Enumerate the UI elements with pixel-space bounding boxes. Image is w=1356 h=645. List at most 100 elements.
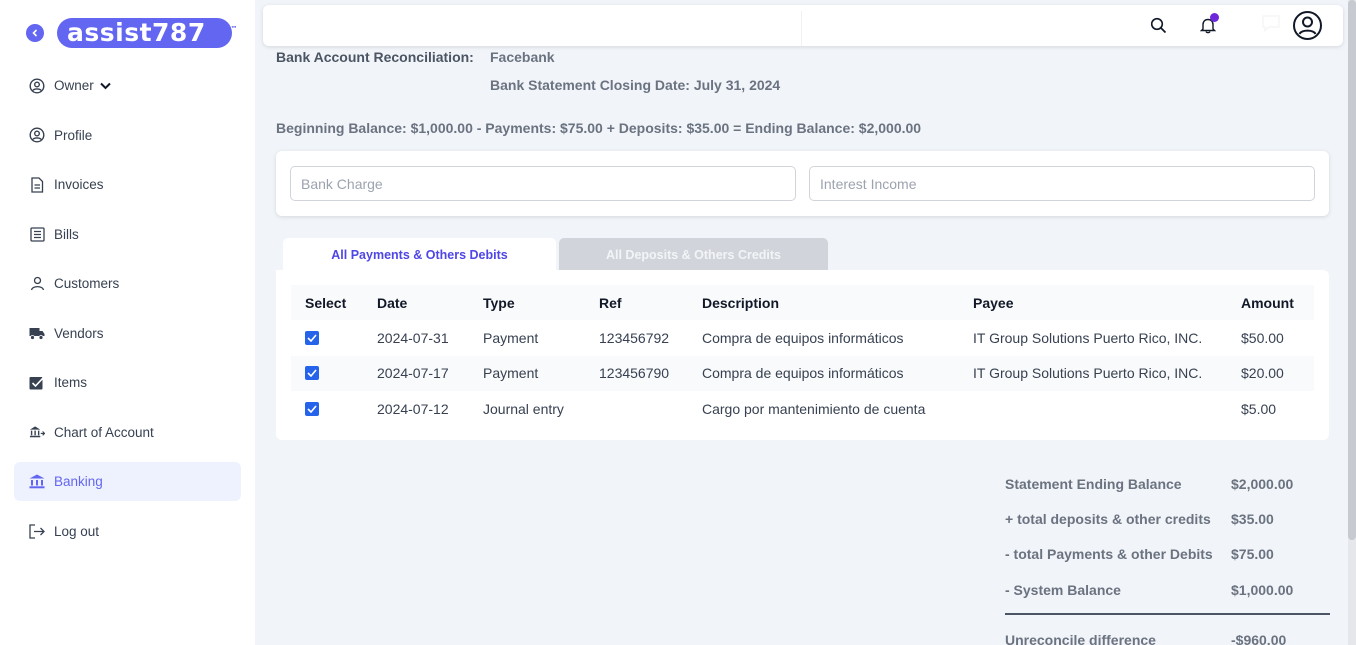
scrollbar-thumb[interactable] bbox=[1348, 0, 1356, 540]
summary-label: Statement Ending Balance bbox=[1005, 476, 1182, 492]
cell-payee: IT Group Solutions Puerto Rico, INC. bbox=[973, 365, 1203, 382]
row-select-checkbox[interactable] bbox=[305, 401, 319, 416]
sidebar-item-owner[interactable]: Owner bbox=[14, 66, 241, 105]
sidebar-item-vendors[interactable]: Vendors bbox=[14, 314, 241, 353]
summary-label: Unreconcile difference bbox=[1005, 632, 1156, 645]
cell-amount: $5.00 bbox=[1241, 400, 1277, 417]
summary-label: + total deposits & other credits bbox=[1005, 511, 1211, 527]
cell-ref bbox=[585, 391, 688, 427]
sidebar-item-label: Vendors bbox=[54, 325, 104, 341]
summary-divider bbox=[1005, 613, 1330, 615]
sidebar-item-label: Log out bbox=[54, 523, 100, 539]
topbar-divider bbox=[801, 11, 802, 46]
balance-formula: Beginning Balance: $1,000.00 - Payments:… bbox=[276, 120, 922, 136]
reconciliation-label: Bank Account Reconciliation: bbox=[276, 49, 474, 65]
cell-payee bbox=[959, 391, 1227, 427]
top-bar bbox=[263, 5, 1343, 46]
summary-value: -$960.00 bbox=[1231, 632, 1287, 645]
table-row: 2024-07-31 Payment 123456792 Compra de e… bbox=[291, 320, 1314, 356]
cell-description: Compra de equipos informáticos bbox=[702, 329, 904, 346]
column-header[interactable]: Type bbox=[469, 285, 585, 320]
cell-description: Compra de equipos informáticos bbox=[702, 365, 904, 382]
sidebar-item-profile[interactable]: Profile bbox=[14, 116, 241, 155]
cell-type: Payment bbox=[483, 365, 539, 382]
scrollbar[interactable] bbox=[1348, 0, 1356, 645]
cell-amount: $20.00 bbox=[1241, 365, 1284, 382]
list-icon bbox=[29, 226, 45, 242]
column-header[interactable]: Payee bbox=[959, 285, 1227, 320]
transactions-table: Select Date Type Ref Description Payee A… bbox=[291, 285, 1314, 427]
sidebar-item-label: Owner bbox=[54, 78, 94, 93]
chat-bubble-icon[interactable] bbox=[1260, 14, 1282, 32]
column-header[interactable]: Ref bbox=[585, 285, 688, 320]
sidebar-item-label: Bills bbox=[54, 226, 79, 242]
transactions-card: Select Date Type Ref Description Payee A… bbox=[276, 270, 1329, 440]
adjustments-card bbox=[276, 151, 1329, 216]
cell-payee: IT Group Solutions Puerto Rico, INC. bbox=[973, 329, 1203, 346]
user-circle-icon bbox=[29, 77, 45, 94]
tab-deposits-credits[interactable]: All Deposits & Others Credits bbox=[559, 238, 828, 271]
row-select-checkbox[interactable] bbox=[305, 330, 319, 345]
column-header[interactable]: Date bbox=[363, 285, 469, 320]
summary-label: - total Payments & other Debits bbox=[1005, 546, 1213, 562]
sidebar-item-label: Customers bbox=[54, 276, 120, 291]
sidebar-item-banking[interactable]: Banking bbox=[14, 462, 241, 501]
cell-type: Payment bbox=[483, 329, 539, 346]
cell-date: 2024-07-31 bbox=[377, 329, 449, 346]
summary-row-system-balance: - System Balance $1,000.00 bbox=[1005, 582, 1330, 598]
summary-row-unreconciled: Unreconcile difference -$960.00 bbox=[1005, 632, 1330, 645]
user-circle-icon bbox=[29, 127, 45, 143]
chevron-down-icon[interactable] bbox=[100, 82, 111, 90]
sidebar-nav: Owner Profile Invoices Bills Customers V… bbox=[14, 66, 241, 561]
brand-name: assist787 bbox=[67, 18, 206, 47]
cell-type: Journal entry bbox=[483, 400, 564, 417]
cell-ref: 123456792 bbox=[599, 329, 670, 346]
cell-ref: 123456790 bbox=[599, 365, 670, 382]
search-icon[interactable] bbox=[1150, 17, 1167, 34]
trademark-mark: ™ bbox=[230, 25, 238, 33]
bank-name: Facebank bbox=[490, 49, 555, 65]
cell-description: Cargo por mantenimiento de cuenta bbox=[702, 400, 926, 417]
sidebar-item-label: Banking bbox=[54, 474, 103, 489]
summary-row-deposits: + total deposits & other credits $35.00 bbox=[1005, 511, 1330, 527]
truck-icon bbox=[29, 325, 45, 341]
bank-charge-input[interactable] bbox=[290, 166, 796, 201]
tab-payments-debits[interactable]: All Payments & Others Debits bbox=[283, 238, 556, 271]
notification-dot bbox=[1210, 13, 1219, 22]
collapse-sidebar-button[interactable] bbox=[26, 24, 44, 42]
account-avatar-icon[interactable] bbox=[1292, 10, 1323, 41]
table-row: 2024-07-17 Payment 123456790 Compra de e… bbox=[291, 355, 1314, 391]
summary-value: $75.00 bbox=[1231, 546, 1274, 562]
sidebar: assist787 ™ Owner Profile Invoices Bills … bbox=[0, 0, 255, 645]
table-row: 2024-07-12 Journal entry Cargo por mante… bbox=[291, 391, 1314, 427]
logout-icon bbox=[29, 523, 45, 539]
checkbox-square-icon bbox=[29, 375, 45, 391]
sidebar-item-logout[interactable]: Log out bbox=[14, 512, 241, 551]
sidebar-item-label: Profile bbox=[54, 127, 93, 143]
interest-income-input[interactable] bbox=[809, 166, 1315, 201]
sidebar-item-label: Items bbox=[54, 375, 88, 390]
summary-row-statement-ending: Statement Ending Balance $2,000.00 bbox=[1005, 476, 1330, 492]
row-select-checkbox[interactable] bbox=[305, 366, 319, 381]
cell-date: 2024-07-17 bbox=[377, 365, 449, 382]
sidebar-item-invoices[interactable]: Invoices bbox=[14, 165, 241, 204]
column-header: Select bbox=[305, 294, 347, 311]
summary-value: $35.00 bbox=[1231, 511, 1274, 527]
summary-label: - System Balance bbox=[1005, 582, 1121, 598]
closing-date: Bank Statement Closing Date: July 31, 20… bbox=[490, 77, 781, 93]
summary-row-payments: - total Payments & other Debits $75.00 bbox=[1005, 546, 1330, 562]
sidebar-item-chart-of-account[interactable]: Chart of Account bbox=[14, 413, 241, 452]
column-header[interactable]: Amount bbox=[1227, 285, 1314, 320]
table-header-row: Select Date Type Ref Description Payee A… bbox=[291, 285, 1314, 320]
sidebar-item-items[interactable]: Items bbox=[14, 363, 241, 402]
bell-icon[interactable] bbox=[1200, 13, 1219, 34]
logo[interactable]: assist787 ™ bbox=[57, 18, 238, 48]
sidebar-item-customers[interactable]: Customers bbox=[14, 264, 241, 303]
sidebar-item-label: Chart of Account bbox=[54, 424, 154, 440]
cell-date: 2024-07-12 bbox=[377, 400, 449, 417]
sidebar-item-bills[interactable]: Bills bbox=[14, 215, 241, 254]
summary-value: $1,000.00 bbox=[1231, 582, 1294, 598]
document-icon bbox=[29, 176, 45, 193]
column-header[interactable]: Description bbox=[688, 285, 959, 320]
summary-value: $2,000.00 bbox=[1231, 476, 1294, 492]
